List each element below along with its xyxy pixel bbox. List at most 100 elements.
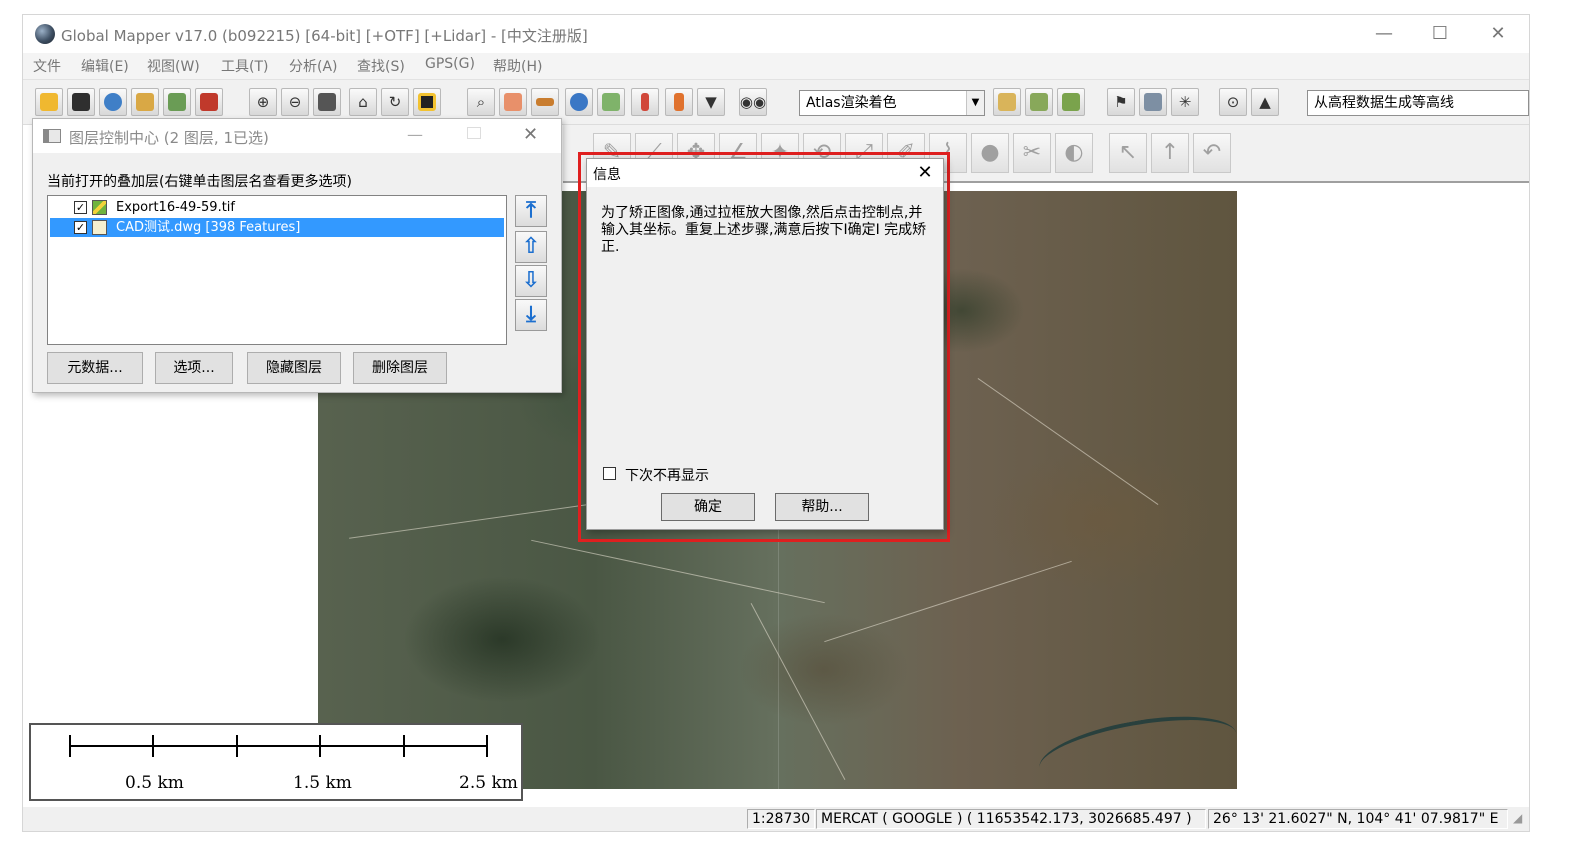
road-line xyxy=(531,539,825,604)
layer-control-title: 图层控制中心 (2 图层, 1已选) xyxy=(69,129,269,147)
path-profile-icon[interactable]: ⚑ xyxy=(1107,88,1135,116)
menu-gps[interactable]: GPS(G) xyxy=(425,56,475,72)
menu-help[interactable]: 帮助(H) xyxy=(493,56,542,76)
chevron-down-icon[interactable]: ▼ xyxy=(966,91,984,115)
tools-icon[interactable] xyxy=(195,88,223,116)
menu-view[interactable]: 视图(W) xyxy=(147,56,200,76)
refresh-icon[interactable]: ↻ xyxy=(381,88,409,116)
command-select[interactable]: 从高程数据生成等高线 xyxy=(1307,90,1529,116)
shader-select-value: Atlas渲染着色 xyxy=(806,95,897,111)
globe-app-icon xyxy=(35,24,55,44)
layer-list[interactable]: ✓ Export16-49-59.tif ✓ CAD测试.dwg [398 Fe… xyxy=(47,195,507,345)
scale-tick xyxy=(236,735,238,757)
layer-name: CAD测试.dwg [398 Features] xyxy=(116,220,301,235)
help-button[interactable]: 帮助... xyxy=(775,493,869,521)
dialog-close-button[interactable]: ✕ xyxy=(911,161,939,185)
pen-icon[interactable] xyxy=(665,88,693,116)
dialog-message: 为了矫正图像,通过拉框放大图像,然后点击控制点,并输入其坐标。重复上述步骤,满意… xyxy=(601,205,927,255)
move-to-bottom-icon[interactable]: ⤓ xyxy=(515,299,547,331)
3d-view-icon[interactable] xyxy=(1025,88,1053,116)
layer-list-caption: 当前打开的叠加层(右键单击图层名查看更多选项) xyxy=(47,174,352,190)
shader-select[interactable]: Atlas渲染着色 ▼ xyxy=(799,90,985,116)
grid-icon[interactable] xyxy=(413,88,441,116)
gps-target-icon[interactable]: ⊙ xyxy=(1219,88,1247,116)
back-icon[interactable]: ↖ xyxy=(1109,133,1147,173)
scale-label: 0.5 km xyxy=(125,773,184,793)
layer-name: Export16-49-59.tif xyxy=(116,200,235,215)
layer-visible-checkbox[interactable]: ✓ xyxy=(74,221,87,234)
snap-icon[interactable]: ✳ xyxy=(1171,88,1199,116)
select-icon[interactable]: ⌕ xyxy=(467,88,495,116)
scale-label: 2.5 km xyxy=(459,773,518,793)
dont-show-again-checkbox[interactable] xyxy=(603,467,616,480)
layer-row[interactable]: ✓ Export16-49-59.tif xyxy=(50,198,504,217)
status-projection: MERCAT ( GOOGLE ) ( 11653542.173, 302668… xyxy=(816,809,1206,829)
scale-tick xyxy=(319,735,321,757)
scale-tick xyxy=(69,735,71,757)
save-icon[interactable] xyxy=(67,88,95,116)
binoculars-icon[interactable]: ◉◉ xyxy=(739,88,767,116)
layer-minimize-button[interactable]: — xyxy=(407,125,423,144)
vector-layer-icon xyxy=(92,220,107,235)
shader-icon[interactable] xyxy=(993,88,1021,116)
layer-visible-checkbox[interactable]: ✓ xyxy=(74,201,87,214)
layer-control-titlebar[interactable]: 图层控制中心 (2 图层, 1已选) — ✕ xyxy=(33,119,561,153)
raster-layer-icon xyxy=(92,200,107,215)
globe-icon[interactable] xyxy=(99,88,127,116)
dialog-titlebar[interactable]: 信息 ✕ xyxy=(587,159,943,187)
pin-icon[interactable] xyxy=(631,88,659,116)
road-line xyxy=(977,377,1159,506)
layer-maximize-button[interactable] xyxy=(467,127,481,139)
move-to-top-icon[interactable]: ⤒ xyxy=(515,195,547,227)
layer-close-button[interactable]: ✕ xyxy=(523,124,538,145)
dont-show-again-label[interactable]: 下次不再显示 xyxy=(625,465,709,485)
road-line xyxy=(824,560,1072,643)
metadata-button[interactable]: 元数据... xyxy=(47,352,143,384)
move-up-icon[interactable]: ⇧ xyxy=(515,231,547,263)
menu-file[interactable]: 文件 xyxy=(33,56,61,76)
measure-icon[interactable] xyxy=(531,88,559,116)
scale-tick xyxy=(403,735,405,757)
maximize-button[interactable]: ☐ xyxy=(1417,19,1463,49)
options-button[interactable]: 选项... xyxy=(155,352,233,384)
up-icon[interactable]: ↑ xyxy=(1151,133,1189,173)
title-bar[interactable]: Global Mapper v17.0 (b092215) [64-bit] [… xyxy=(23,15,1529,53)
smooth-icon[interactable]: ◐ xyxy=(1055,133,1093,173)
layer-row-selected[interactable]: ✓ CAD测试.dwg [398 Features] xyxy=(50,218,504,237)
zoom-box-icon[interactable] xyxy=(313,88,341,116)
menu-bar: 文件 编辑(E) 视图(W) 工具(T) 分析(A) 查找(S) GPS(G) … xyxy=(23,53,1529,79)
dialog-title: 信息 xyxy=(593,167,621,183)
dropdown-icon[interactable]: ▼ xyxy=(697,88,725,116)
north-arrow-icon[interactable]: ▲ xyxy=(1251,88,1279,116)
info-icon[interactable] xyxy=(565,88,593,116)
print-icon[interactable] xyxy=(1139,88,1167,116)
delete-layer-button[interactable]: 删除图层 xyxy=(353,352,447,384)
minimize-button[interactable]: — xyxy=(1361,19,1407,49)
fill-icon[interactable]: ● xyxy=(971,133,1009,173)
ok-button[interactable]: 确定 xyxy=(661,493,755,521)
resize-grip-icon[interactable]: ◢ xyxy=(1513,811,1522,825)
crop-icon[interactable]: ✂ xyxy=(1013,133,1051,173)
menu-edit[interactable]: 编辑(E) xyxy=(81,56,129,76)
river-line xyxy=(1034,704,1242,798)
zoom-in-icon[interactable]: ⊕ xyxy=(249,88,277,116)
scale-tick xyxy=(486,735,488,757)
layers-icon[interactable] xyxy=(131,88,159,116)
scale-bar: 0.5 km 1.5 km 2.5 km xyxy=(29,723,523,801)
hide-layer-button[interactable]: 隐藏图层 xyxy=(247,352,341,384)
export-icon[interactable] xyxy=(163,88,191,116)
close-button[interactable]: ✕ xyxy=(1475,19,1521,49)
menu-tools[interactable]: 工具(T) xyxy=(221,56,268,76)
undo-icon[interactable]: ↶ xyxy=(1193,133,1231,173)
menu-analysis[interactable]: 分析(A) xyxy=(289,56,338,76)
home-icon[interactable]: ⌂ xyxy=(349,88,377,116)
pan-icon[interactable] xyxy=(499,88,527,116)
edit-icon[interactable] xyxy=(597,88,625,116)
layer-control-window: 图层控制中心 (2 图层, 1已选) — ✕ 当前打开的叠加层(右键单击图层名查… xyxy=(32,118,562,393)
open-folder-icon[interactable] xyxy=(35,88,63,116)
menu-search[interactable]: 查找(S) xyxy=(357,56,405,76)
lidar-icon[interactable] xyxy=(1057,88,1085,116)
zoom-out-icon[interactable]: ⊖ xyxy=(281,88,309,116)
move-down-icon[interactable]: ⇩ xyxy=(515,265,547,297)
window-title: Global Mapper v17.0 (b092215) [64-bit] [… xyxy=(61,27,588,45)
